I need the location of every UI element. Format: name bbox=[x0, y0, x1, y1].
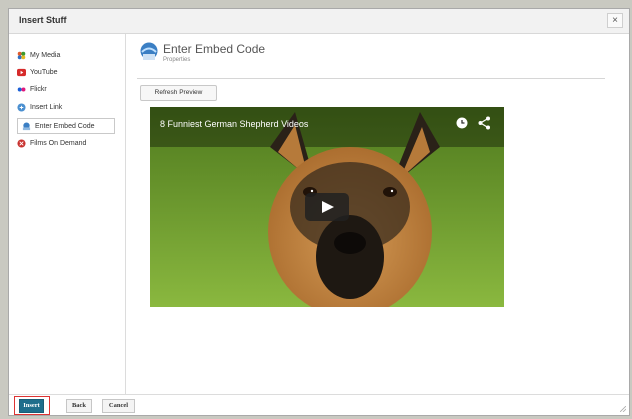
sidebar-item-label: Enter Embed Code bbox=[35, 122, 95, 130]
play-button-icon[interactable] bbox=[305, 193, 349, 221]
refresh-preview-button[interactable]: Refresh Preview bbox=[140, 85, 217, 101]
my-media-icon bbox=[17, 51, 26, 59]
embed-code-header-icon bbox=[140, 42, 158, 60]
page-subtitle: Properties bbox=[163, 57, 191, 63]
films-on-demand-icon bbox=[17, 138, 26, 148]
embed-code-icon bbox=[22, 121, 31, 130]
resize-handle-icon[interactable] bbox=[620, 406, 626, 412]
dialog-footer: Insert Back Cancel bbox=[9, 394, 629, 415]
close-button[interactable]: × bbox=[607, 13, 623, 28]
main-panel: Enter Embed Code Properties Refresh Prev… bbox=[127, 34, 629, 396]
insert-stuff-dialog: Insert Stuff × My Media YouTube Flickr I… bbox=[8, 8, 630, 416]
sidebar-item-label: Insert Link bbox=[30, 103, 63, 111]
watch-later-icon[interactable] bbox=[456, 117, 468, 129]
sidebar-item-my-media[interactable]: My Media bbox=[17, 48, 60, 62]
sidebar-item-films-on-demand[interactable]: Films On Demand bbox=[17, 136, 86, 150]
cancel-button[interactable]: Cancel bbox=[102, 399, 135, 413]
dialog-titlebar: Insert Stuff × bbox=[9, 9, 629, 34]
source-sidebar: My Media YouTube Flickr Insert Link Ente… bbox=[9, 34, 126, 396]
flickr-icon bbox=[17, 87, 26, 91]
insert-button-highlight bbox=[14, 396, 50, 415]
sidebar-item-youtube[interactable]: YouTube bbox=[17, 65, 58, 79]
sidebar-item-label: My Media bbox=[30, 51, 61, 59]
sidebar-item-label: Flickr bbox=[30, 85, 47, 93]
video-title: 8 Funniest German Shepherd Videos bbox=[160, 119, 309, 129]
sidebar-item-label: Films On Demand bbox=[30, 139, 87, 147]
sidebar-item-insert-link[interactable]: Insert Link bbox=[17, 100, 62, 114]
sidebar-item-enter-embed-code[interactable]: Enter Embed Code bbox=[17, 118, 115, 134]
sidebar-item-flickr[interactable]: Flickr bbox=[17, 82, 47, 96]
dialog-title: Insert Stuff bbox=[19, 15, 67, 25]
page-title: Enter Embed Code bbox=[163, 42, 266, 56]
sidebar-item-label: YouTube bbox=[30, 68, 58, 76]
share-icon[interactable] bbox=[478, 116, 490, 130]
header-divider bbox=[137, 78, 605, 79]
back-button[interactable]: Back bbox=[66, 399, 92, 413]
video-preview[interactable]: 8 Funniest German Shepherd Videos bbox=[150, 107, 504, 307]
youtube-icon bbox=[17, 68, 26, 76]
insert-link-icon bbox=[17, 102, 26, 112]
